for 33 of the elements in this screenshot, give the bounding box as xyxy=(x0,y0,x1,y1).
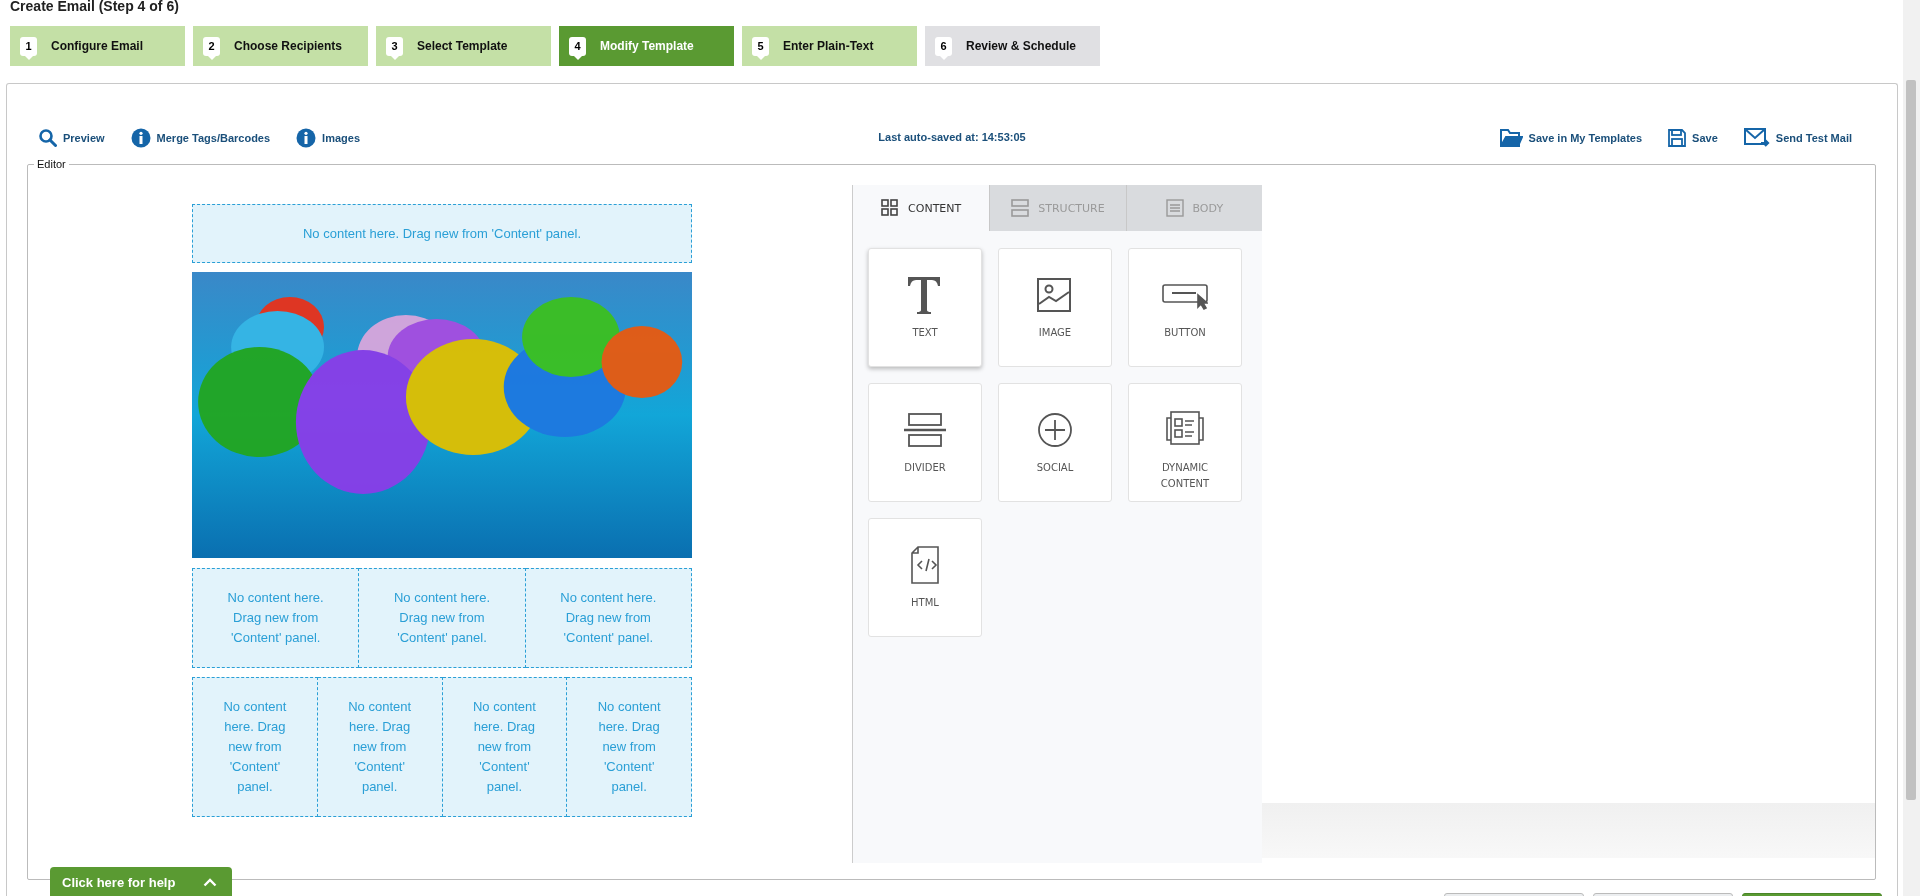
wizard-step[interactable]: 4 Modify Template xyxy=(559,26,734,66)
content-block-tile[interactable]: SOCIAL xyxy=(998,383,1112,502)
folder-icon xyxy=(1498,128,1523,148)
grid-icon xyxy=(881,199,900,217)
content-block-tile[interactable]: HTML xyxy=(868,518,982,637)
page-title: Create Email (Step 4 of 6) xyxy=(10,0,180,16)
content-block-tile[interactable]: IMAGE xyxy=(998,248,1112,367)
wizard-step[interactable]: 1 Configure Email xyxy=(10,26,185,66)
autosave-time: Last auto-saved at: 14:53:05 xyxy=(878,131,1026,143)
wizard-step[interactable]: 6 Review & Schedule xyxy=(925,26,1100,66)
wizard-step[interactable]: 2 Choose Recipients xyxy=(193,26,368,66)
toolbar-link[interactable]: Images xyxy=(296,128,361,148)
search-icon xyxy=(39,129,57,147)
info-icon xyxy=(296,128,317,148)
content-block-tile[interactable]: DIVIDER xyxy=(868,383,982,502)
content-block-tile[interactable]: DYNAMIC CONTENT xyxy=(1128,383,1242,502)
wizard-step[interactable]: 3 Select Template xyxy=(376,26,551,66)
send-mail-icon xyxy=(1743,128,1770,148)
save-icon xyxy=(1668,129,1687,147)
toolbar-link[interactable]: Merge Tags/Barcodes xyxy=(130,128,271,148)
wizard-step[interactable]: 5 Enter Plain-Text xyxy=(742,26,917,66)
rows-icon xyxy=(1011,199,1030,217)
page-icon xyxy=(1165,199,1184,217)
toolbar-link[interactable]: Preview xyxy=(39,128,105,148)
content-block-tile[interactable]: TEXT xyxy=(868,248,982,367)
toolbar-link[interactable]: Send Test Mail xyxy=(1743,128,1852,148)
editor-legend: Editor xyxy=(34,158,69,170)
chevron-up-icon xyxy=(203,877,218,887)
info-icon xyxy=(130,128,151,148)
content-block-tile[interactable]: BUTTON xyxy=(1128,248,1242,367)
toolbar-link[interactable]: Save xyxy=(1668,128,1718,148)
toolbar-link[interactable]: Save in My Templates xyxy=(1498,128,1643,148)
scrollbar-thumb[interactable] xyxy=(1906,80,1916,800)
